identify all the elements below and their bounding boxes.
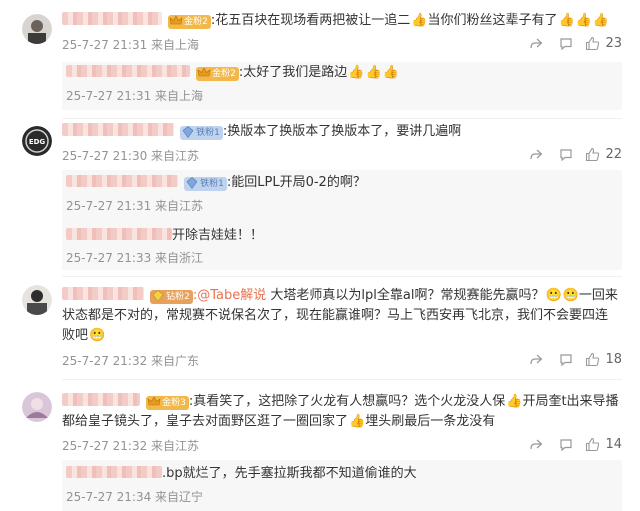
thumbs-emoji: 👍 bbox=[558, 13, 575, 28]
divider bbox=[62, 118, 622, 119]
comment-text-2: 当你们粉丝这辈子有了 bbox=[427, 13, 558, 28]
divider bbox=[62, 276, 622, 277]
username[interactable] bbox=[62, 287, 144, 300]
comment-actions: 22 bbox=[521, 147, 622, 162]
fan-badge[interactable]: 金粉2 bbox=[168, 15, 211, 29]
like-count: 14 bbox=[605, 437, 622, 452]
comment-text: 大塔老师真以为lpl全靠al啊？常规赛能先赢吗？ bbox=[266, 288, 545, 303]
reply-body: 铁粉1:能回LPL开局0-2的啊？ bbox=[66, 174, 366, 192]
comment-meta: 25-7-27 21:30 来自江苏 bbox=[62, 149, 200, 163]
comment-actions: 18 bbox=[521, 352, 622, 367]
comment-meta: 25-7-27 21:32 来自广东 bbox=[62, 354, 200, 368]
username[interactable] bbox=[62, 123, 174, 136]
like-count: 23 bbox=[605, 36, 622, 51]
share-icon[interactable] bbox=[521, 438, 551, 452]
svg-text:EDG: EDG bbox=[29, 138, 46, 146]
comment-body: 金粉3:真看笑了，这把除了火龙有人想赢吗？选个火龙没人保👍开局奎t出来导播 bbox=[62, 393, 619, 411]
username[interactable] bbox=[66, 228, 172, 240]
reply-meta: 25-7-27 21:31 来自江苏 bbox=[66, 199, 204, 213]
comment-body-line: 状态都是不对的，常规赛不说保名次了，现在能赢谁啊？马上飞西安再飞北京，我们不会要… bbox=[62, 308, 609, 323]
reply-text: :能回LPL开局0-2的啊？ bbox=[226, 175, 366, 190]
like-button[interactable]: 18 bbox=[585, 352, 622, 367]
fan-badge[interactable]: 金粉2 bbox=[196, 67, 239, 81]
thumbs-emoji: 👍 bbox=[382, 65, 399, 80]
grimace-emoji: 😬 bbox=[545, 288, 562, 303]
comment-body: 钻粉2:@Tabe解说 大塔老师真以为lpl全靠al啊？常规赛能先赢吗？😬😬一回… bbox=[62, 287, 618, 305]
thumbs-up-icon bbox=[586, 437, 600, 452]
comment-body-line: 都给皇子镜头了，皇子去对面野区逛了一圈回家了👍埋头刷最后一条龙没有 bbox=[62, 414, 496, 429]
comment-icon[interactable] bbox=[551, 148, 581, 162]
thumbs-emoji: 👍 bbox=[349, 414, 366, 429]
comment-text-end: 一回来 bbox=[578, 288, 618, 303]
thumbs-emoji: 👍 bbox=[592, 13, 610, 28]
fan-badge[interactable]: 金粉3 bbox=[146, 396, 189, 410]
thumbs-up-icon bbox=[586, 352, 600, 367]
comment-text: :花五百块在现场看两把被让一追二 bbox=[210, 13, 411, 28]
username[interactable] bbox=[66, 175, 178, 187]
comment-meta: 25-7-27 21:31 来自上海 bbox=[62, 38, 200, 52]
comment-icon[interactable] bbox=[551, 353, 581, 367]
reply-meta: 25-7-27 21:33 来自浙江 bbox=[66, 251, 204, 265]
comment-icon[interactable] bbox=[551, 438, 581, 452]
fan-badge[interactable]: 铁粉1 bbox=[180, 126, 223, 140]
fan-badge[interactable]: 钻粉2 bbox=[150, 290, 193, 304]
avatar[interactable]: EDG bbox=[22, 126, 52, 156]
thumbs-up-icon bbox=[586, 36, 600, 51]
like-count: 18 bbox=[605, 352, 622, 367]
thumbs-emoji: 👍 bbox=[411, 13, 428, 28]
reply-body: .bp就烂了，先手塞拉斯我都不知道偷谁的大 bbox=[66, 465, 417, 483]
share-icon[interactable] bbox=[521, 37, 551, 51]
comment-actions: 14 bbox=[521, 437, 622, 452]
like-button[interactable]: 23 bbox=[585, 36, 622, 51]
like-button[interactable]: 14 bbox=[585, 437, 622, 452]
reply-meta: 25-7-27 21:34 来自辽宁 bbox=[66, 490, 204, 504]
username[interactable] bbox=[62, 12, 162, 25]
divider bbox=[62, 379, 622, 380]
reply-body: 金粉2:太好了我们是路边👍👍👍 bbox=[66, 64, 399, 82]
comment-actions: 23 bbox=[521, 36, 622, 51]
like-button[interactable]: 22 bbox=[585, 147, 622, 162]
like-count: 22 bbox=[605, 147, 622, 162]
avatar[interactable] bbox=[22, 14, 52, 44]
reply-text: .bp就烂了，先手塞拉斯我都不知道偷谁的大 bbox=[162, 466, 417, 481]
avatar[interactable] bbox=[22, 392, 52, 422]
thumbs-emoji: 👍 bbox=[575, 13, 592, 28]
comment-meta: 25-7-27 21:32 来自江苏 bbox=[62, 439, 200, 453]
username[interactable] bbox=[66, 65, 190, 77]
comment-text: :真看笑了，这把除了火龙有人想赢吗？选个火龙没人保 bbox=[188, 394, 506, 409]
comment-icon[interactable] bbox=[551, 37, 581, 51]
thumbs-emoji: 👍 bbox=[506, 394, 523, 409]
mention-link[interactable]: :@Tabe解说 bbox=[193, 288, 266, 303]
share-icon[interactable] bbox=[521, 353, 551, 367]
comment-text: :换版本了换版本了换版本了，要讲几遍啊 bbox=[222, 124, 462, 139]
reply-body: 开除吉娃娃！！ bbox=[66, 227, 263, 245]
fan-badge[interactable]: 铁粉1 bbox=[184, 177, 227, 191]
thumbs-up-icon bbox=[586, 147, 600, 162]
avatar[interactable] bbox=[22, 285, 52, 315]
comment-body-line: 败吧😬 bbox=[62, 328, 106, 343]
grimace-emoji: 😬 bbox=[562, 288, 579, 303]
share-icon[interactable] bbox=[521, 148, 551, 162]
grimace-emoji: 😬 bbox=[89, 328, 106, 343]
reply-text: :太好了我们是路边 bbox=[238, 65, 348, 80]
reply-meta: 25-7-27 21:31 来自上海 bbox=[66, 89, 204, 103]
thumbs-emoji: 👍 bbox=[365, 65, 382, 80]
username[interactable] bbox=[62, 393, 140, 406]
thumbs-emoji: 👍 bbox=[348, 65, 365, 80]
comment-body: 铁粉1:换版本了换版本了换版本了，要讲几遍啊 bbox=[62, 123, 461, 141]
reply-text: 开除吉娃娃！！ bbox=[172, 228, 264, 243]
comment-text-end: 开局奎t出来导播 bbox=[522, 394, 619, 409]
username[interactable] bbox=[66, 466, 162, 478]
comment-body: 金粉2:花五百块在现场看两把被让一追二👍当你们粉丝这辈子有了👍👍👍 bbox=[62, 12, 609, 30]
